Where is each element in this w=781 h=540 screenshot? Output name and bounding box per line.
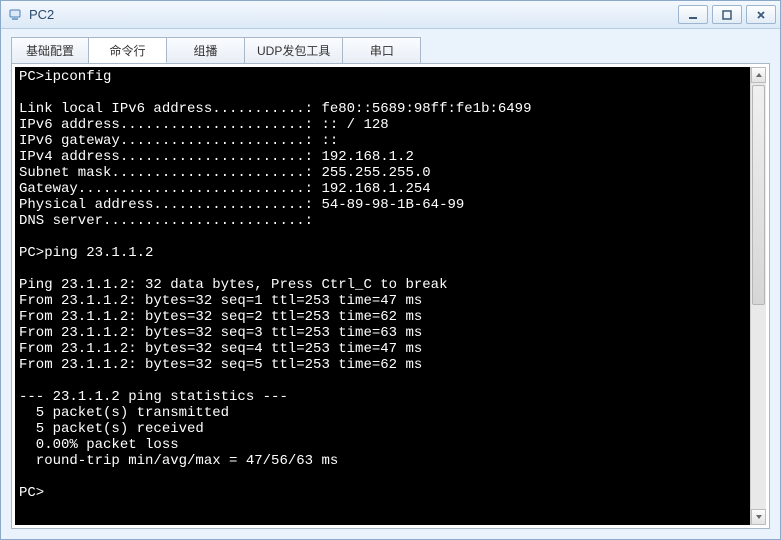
window-title: PC2: [29, 7, 672, 22]
content-panel: PC>ipconfig Link local IPv6 address.....…: [11, 63, 770, 529]
terminal-container: PC>ipconfig Link local IPv6 address.....…: [15, 67, 766, 525]
tab-label: 组播: [193, 42, 217, 59]
close-button[interactable]: [746, 5, 776, 24]
app-icon: [7, 7, 23, 23]
tab-label: UDP发包工具: [257, 42, 330, 59]
terminal-output[interactable]: PC>ipconfig Link local IPv6 address.....…: [15, 67, 750, 525]
scroll-down-button[interactable]: [751, 509, 766, 525]
minimize-button[interactable]: [678, 5, 708, 24]
maximize-button[interactable]: [712, 5, 742, 24]
window-frame: PC2 基础配置 命令行 组播 UDP发包工具 串口 PC>ipconfig L…: [0, 0, 781, 540]
scroll-up-button[interactable]: [751, 67, 766, 83]
tab-label: 基础配置: [26, 42, 74, 59]
tab-basic-config[interactable]: 基础配置: [11, 37, 89, 63]
tab-command-line[interactable]: 命令行: [89, 37, 167, 63]
scrollbar-vertical[interactable]: [750, 67, 766, 525]
window-controls: [678, 5, 776, 24]
tab-serial[interactable]: 串口: [343, 37, 421, 63]
tab-multicast[interactable]: 组播: [167, 37, 245, 63]
titlebar[interactable]: PC2: [1, 1, 780, 29]
tabbar: 基础配置 命令行 组播 UDP发包工具 串口: [1, 29, 780, 63]
tab-label: 命令行: [109, 42, 145, 59]
tab-label: 串口: [370, 42, 394, 59]
scroll-thumb[interactable]: [752, 85, 765, 305]
tab-udp-tool[interactable]: UDP发包工具: [245, 37, 343, 63]
